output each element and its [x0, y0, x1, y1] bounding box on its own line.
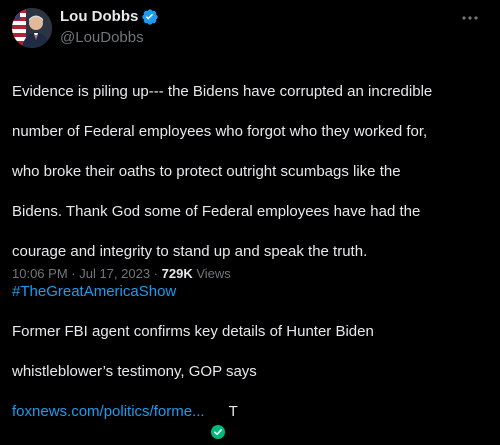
tweet-text-line: number of Federal employees who forgot w…	[12, 123, 428, 140]
tweet-text-line: Bidens. Thank God some of Federal employ…	[12, 203, 421, 220]
handle[interactable]: @LouDobbs	[60, 28, 159, 48]
timestamp-date[interactable]: Jul 17, 2023	[79, 266, 150, 281]
author-info: Lou Dobbs @LouDobbs	[60, 7, 159, 48]
headline-line: whistleblower’s testimony, GOP says	[12, 363, 257, 380]
link-trailing-text: T	[228, 403, 238, 420]
views-label: Views	[192, 266, 231, 281]
more-options-icon[interactable]	[460, 8, 480, 28]
meta-separator: ·	[150, 266, 162, 281]
tweet-text-line: Evidence is piling up--- the Bidens have…	[12, 83, 433, 100]
avatar[interactable]	[12, 8, 52, 48]
display-name[interactable]: Lou Dobbs	[60, 7, 138, 27]
views-count[interactable]: 729K	[162, 266, 193, 281]
article-link[interactable]: foxnews.com/politics/forme...	[12, 402, 205, 422]
timestamp-time[interactable]: 10:06 PM	[12, 266, 68, 281]
profile-photo	[12, 8, 52, 48]
link-row: foxnews.com/politics/forme... T	[12, 402, 488, 439]
tweet-text-line: who broke their oaths to protect outrigh…	[12, 163, 401, 180]
tweet-card[interactable]: Lou Dobbs @LouDobbs Evidence is piling u…	[0, 0, 500, 439]
hashtag-link[interactable]: #TheGreatAmericaShow	[12, 282, 488, 302]
verified-badge-icon[interactable]	[141, 8, 159, 26]
headline-line: Former FBI agent confirms key details of…	[12, 323, 374, 340]
tweet-text-line: courage and integrity to stand up and sp…	[12, 243, 368, 260]
green-check-icon	[210, 405, 225, 439]
display-name-row: Lou Dobbs	[60, 7, 159, 27]
tweet-meta: 10:06 PM · Jul 17, 2023 · 729K Views	[12, 265, 231, 283]
tweet-body: Evidence is piling up--- the Bidens have…	[12, 62, 488, 442]
meta-separator: ·	[67, 266, 80, 281]
